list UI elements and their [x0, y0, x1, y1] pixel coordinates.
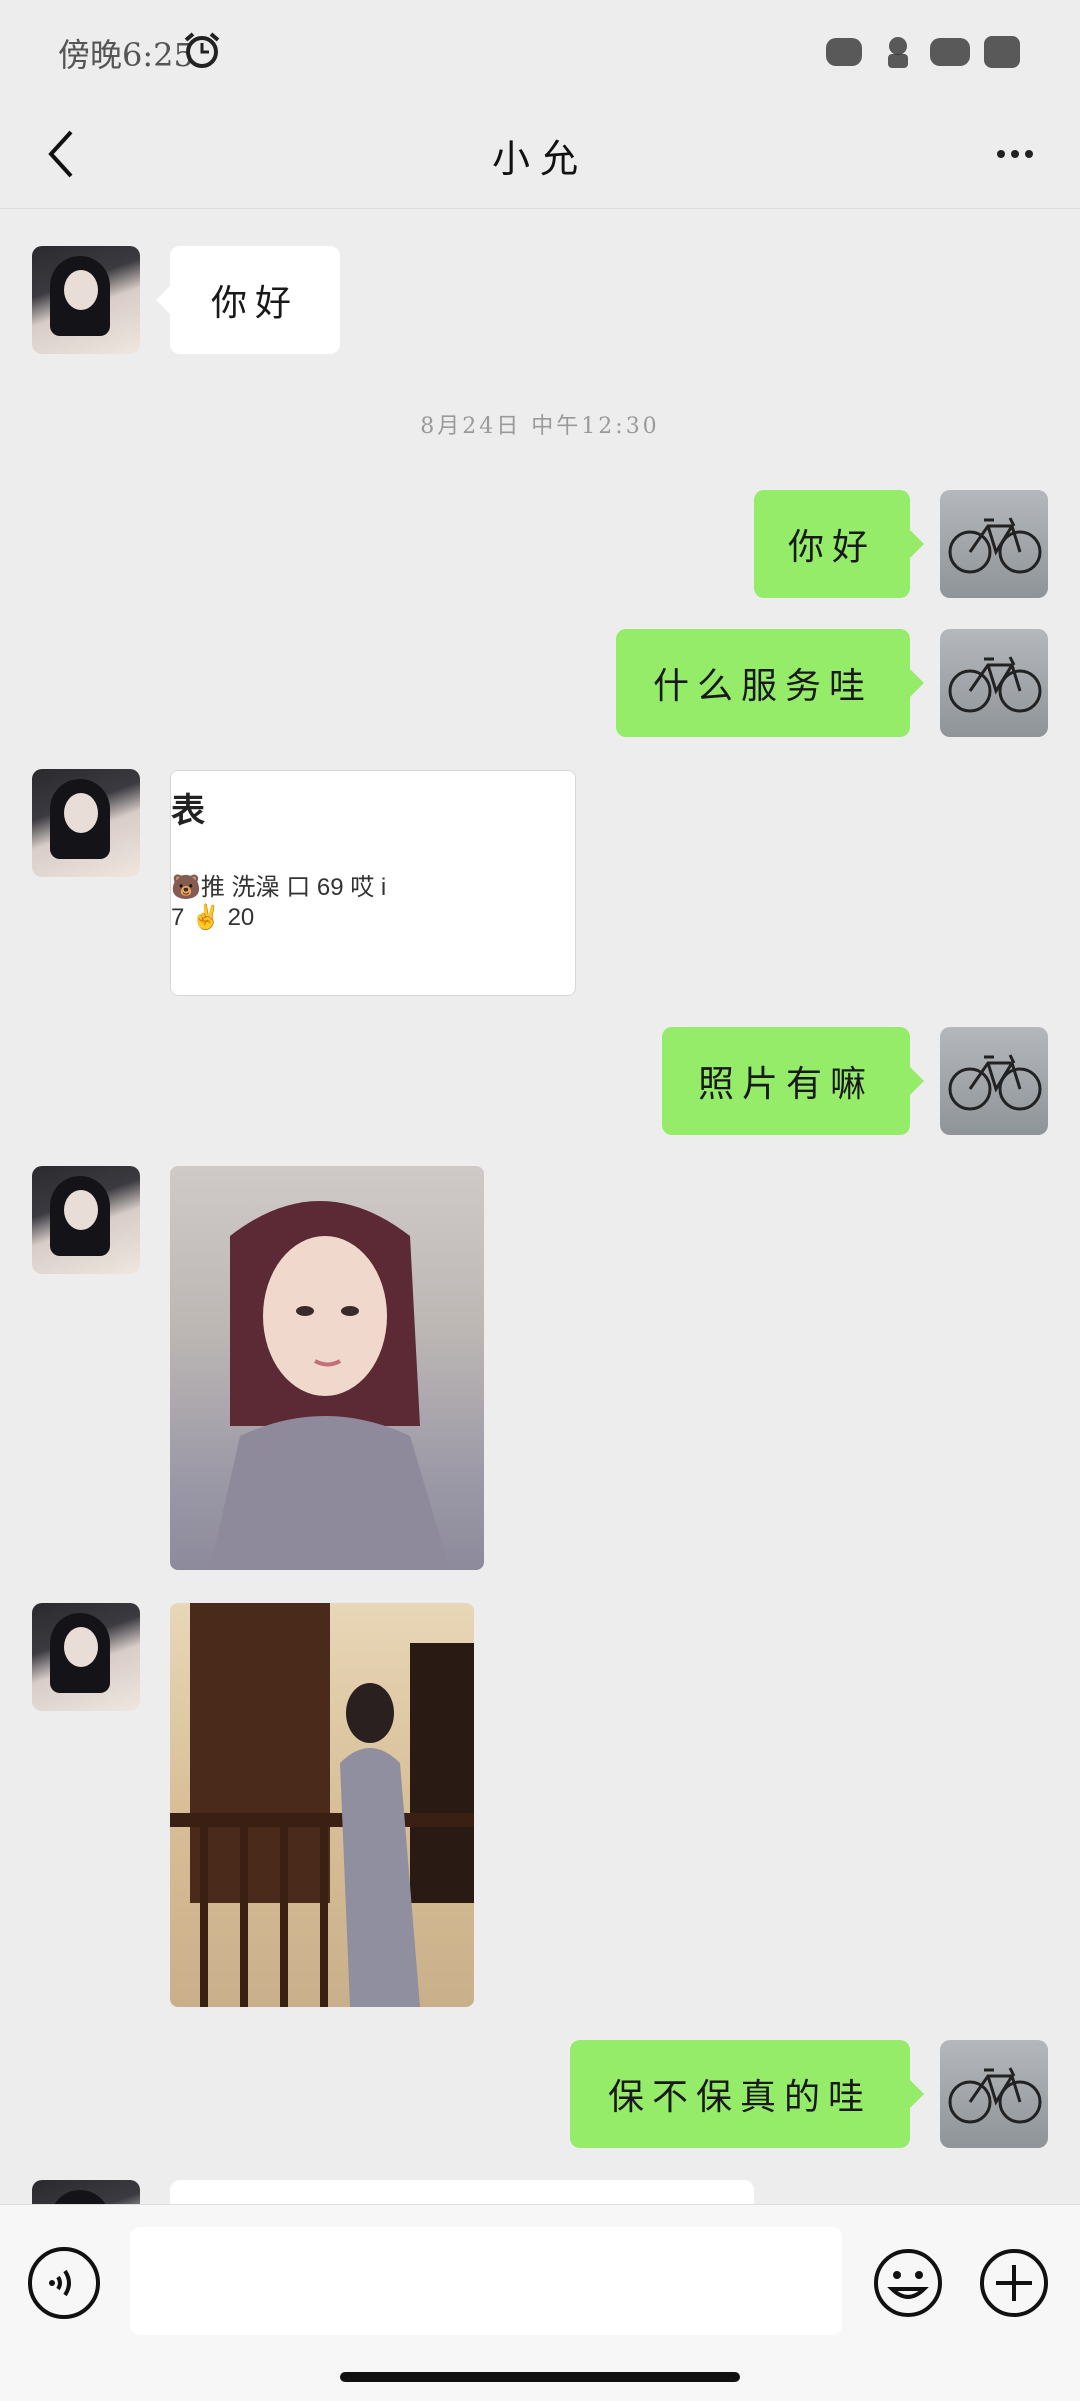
voice-button[interactable] — [28, 2247, 100, 2319]
emoji-icon — [874, 2249, 942, 2317]
photo-message[interactable] — [170, 1166, 484, 1570]
my-avatar[interactable] — [940, 490, 1048, 598]
portrait-photo — [210, 1201, 450, 1570]
message-bubble-incoming[interactable]: 你好 — [156, 246, 340, 354]
voice-icon — [49, 2269, 71, 2297]
bicycle-icon — [948, 1054, 1042, 1111]
more-functions-button[interactable] — [978, 2247, 1050, 2319]
photo-message[interactable] — [170, 1603, 474, 2007]
contact-avatar[interactable] — [32, 1166, 140, 1274]
status-bar: 傍晚6:25 — [0, 0, 1080, 100]
staircase-photo — [170, 1603, 474, 2007]
message-timestamp: 8月24日 中午12:30 — [420, 414, 660, 439]
more-button[interactable] — [980, 120, 1050, 188]
my-avatar[interactable] — [940, 629, 1048, 737]
contact-avatar[interactable] — [32, 246, 140, 354]
status-icons — [826, 36, 1020, 68]
my-avatar[interactable] — [940, 2040, 1048, 2148]
message-input[interactable] — [130, 2227, 842, 2335]
bicycle-icon — [948, 2067, 1042, 2124]
chat-header: 小允 — [0, 100, 1080, 209]
card-text-line: 🐻推 洗澡 口 69 哎 i — [171, 874, 387, 901]
status-time: 傍晚6:25 — [58, 36, 194, 74]
my-avatar[interactable] — [940, 1027, 1048, 1135]
forwarded-card-message[interactable]: 表 🐻推 洗澡 口 69 哎 i 7 ✌ 20 — [170, 770, 576, 996]
message-bubble-outgoing[interactable]: 照片有嘛 — [662, 1027, 924, 1135]
chat-title: 小允 — [491, 137, 588, 181]
card-text-line: 7 ✌ 20 — [171, 904, 255, 931]
alarm-icon — [184, 32, 220, 68]
message-bubble-outgoing[interactable]: 什么服务哇 — [616, 629, 924, 737]
card-title: 表 — [171, 791, 205, 831]
bicycle-icon — [948, 517, 1042, 574]
more-icon — [994, 150, 1036, 158]
contact-avatar[interactable] — [32, 1603, 140, 1711]
emoji-button[interactable] — [872, 2247, 944, 2319]
plus-icon — [980, 2249, 1048, 2317]
message-bubble-outgoing[interactable]: 保不保真的哇 — [570, 2040, 924, 2148]
home-indicator[interactable] — [340, 2372, 740, 2382]
message-bubble-outgoing[interactable]: 你好 — [754, 490, 924, 598]
contact-avatar[interactable] — [32, 769, 140, 877]
bicycle-icon — [948, 656, 1042, 713]
